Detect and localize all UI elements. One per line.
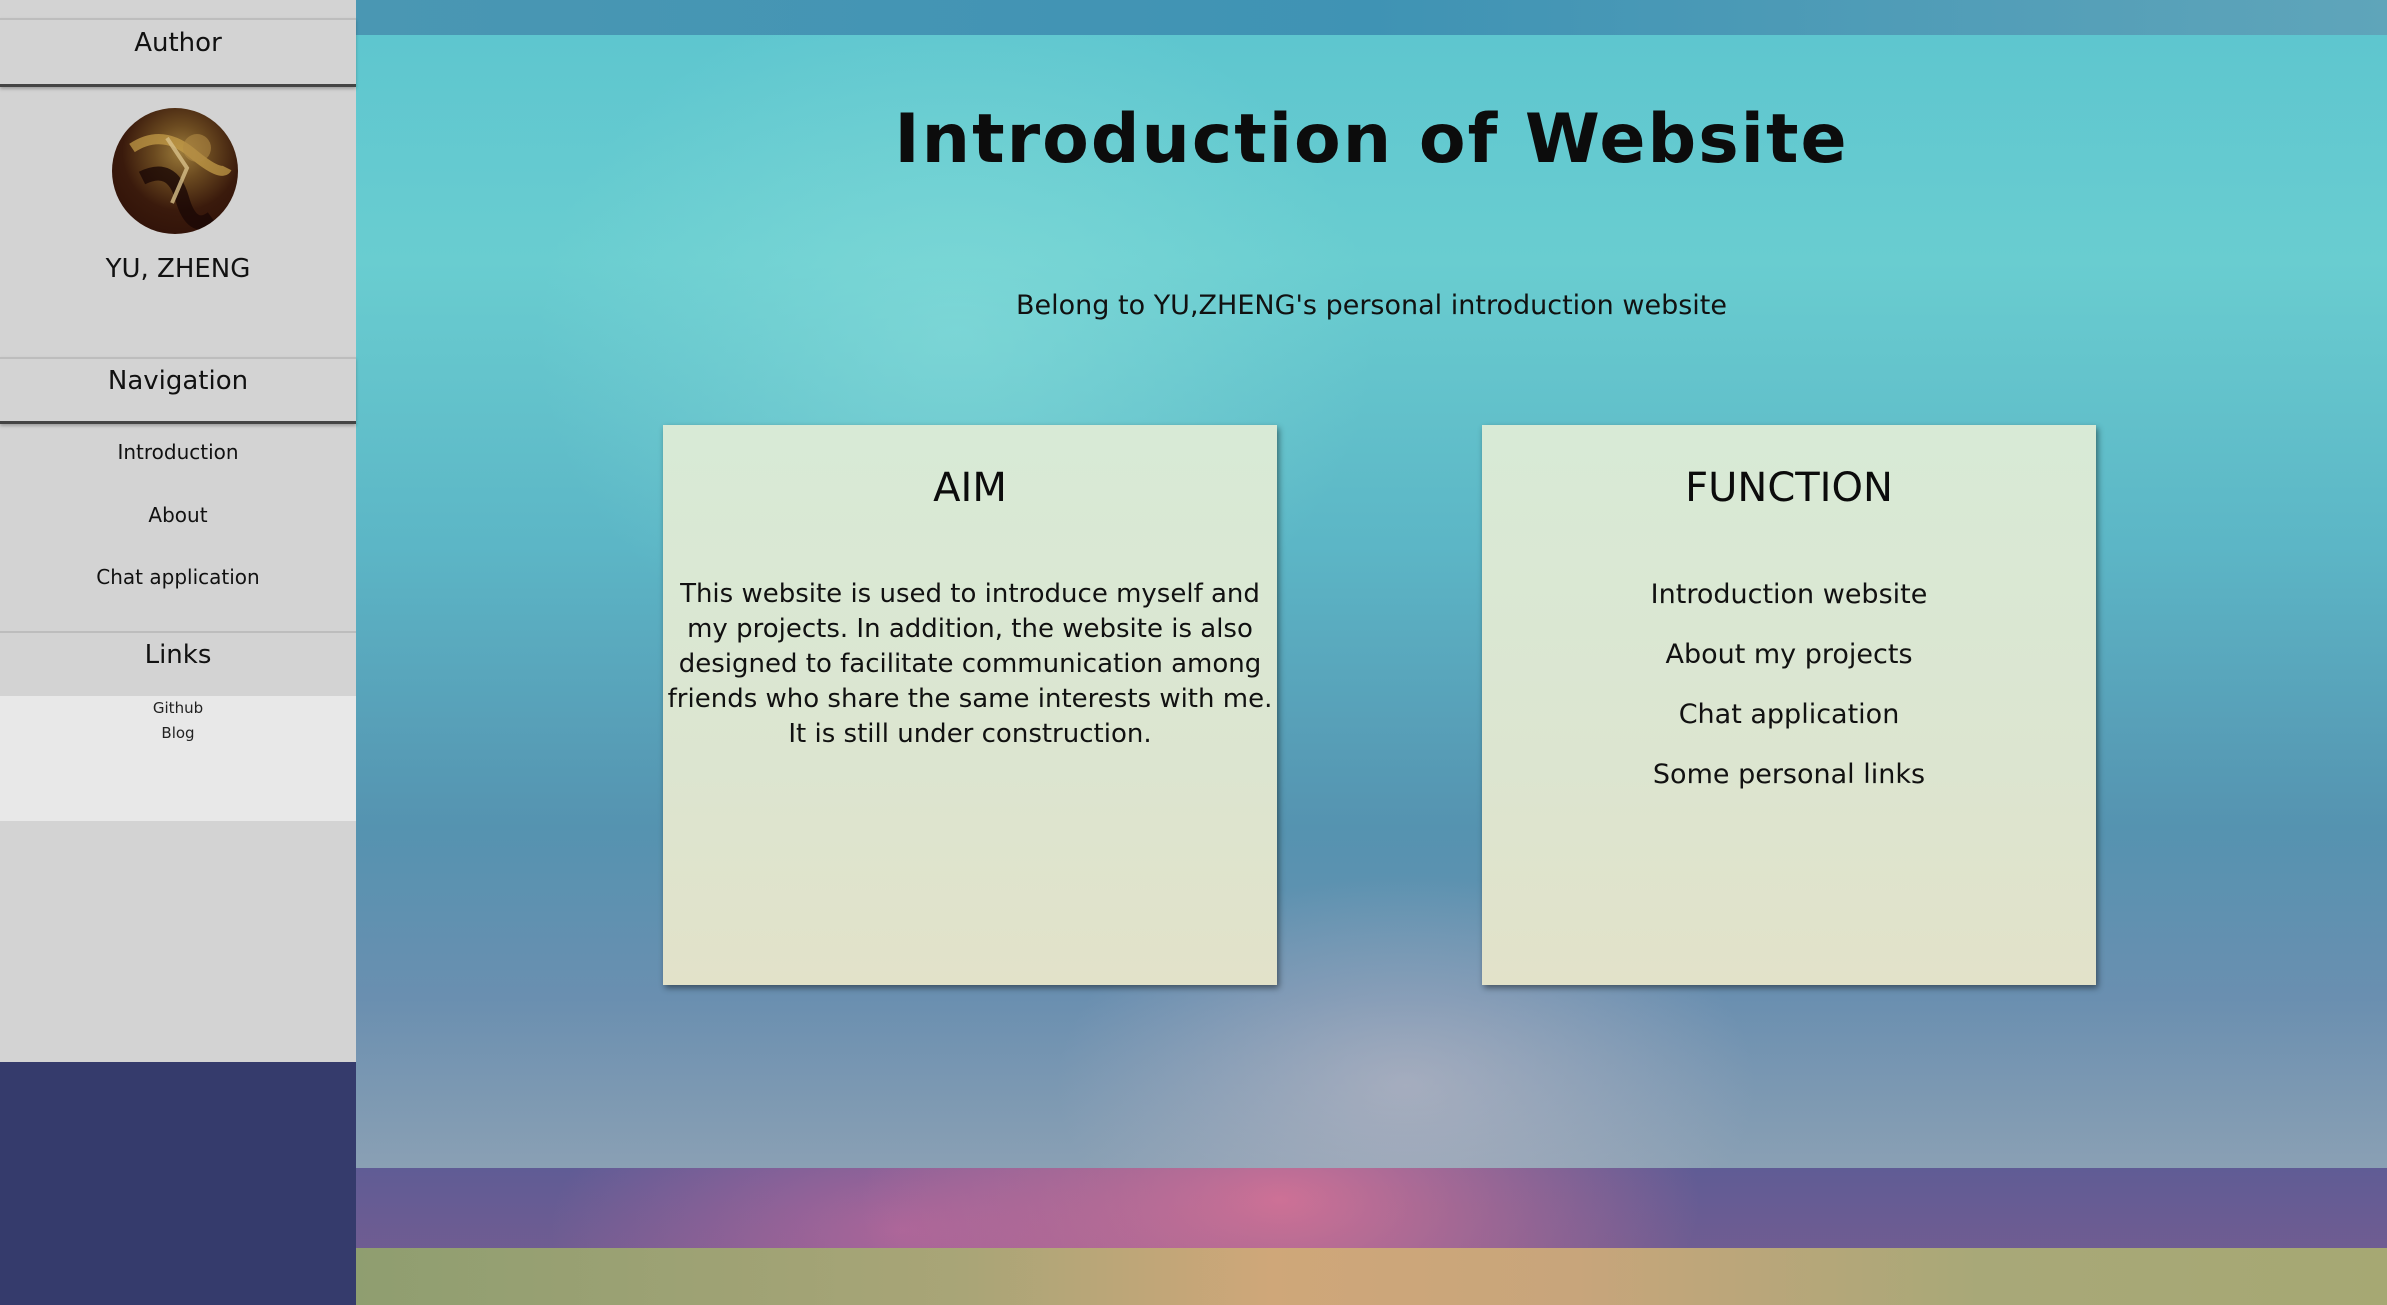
function-item-personal-links: Some personal links xyxy=(1652,759,1926,790)
top-background-strip xyxy=(356,0,2387,35)
navigation-header: Navigation xyxy=(0,357,356,424)
link-blog[interactable]: Blog xyxy=(0,724,356,742)
sidebar: Author YU, ZHENG Navigation Introduction… xyxy=(0,0,356,1062)
aim-card-title: AIM xyxy=(933,465,1007,511)
sidebar-bottom-background xyxy=(0,1062,356,1305)
page-title: Introduction of Website xyxy=(894,100,1849,179)
links-header: Links xyxy=(0,631,356,697)
function-item-about-projects: About my projects xyxy=(1665,639,1913,670)
function-card-title: FUNCTION xyxy=(1685,465,1893,511)
function-item-chat-application: Chat application xyxy=(1678,699,1900,730)
function-item-introduction-website: Introduction website xyxy=(1650,579,1928,610)
links-box: Github Blog xyxy=(0,696,356,821)
bottom-background-band xyxy=(356,1248,2387,1305)
author-header: Author xyxy=(0,18,356,87)
page-subtitle: Belong to YU,ZHENG's personal introducti… xyxy=(1016,290,1727,321)
link-github[interactable]: Github xyxy=(0,699,356,717)
avatar xyxy=(112,108,238,234)
function-card: FUNCTION Introduction website About my p… xyxy=(1482,425,2096,985)
aim-card: AIM This website is used to introduce my… xyxy=(663,425,1277,985)
nav-item-introduction[interactable]: Introduction xyxy=(0,440,356,464)
nav-item-chat-application[interactable]: Chat application xyxy=(0,565,356,589)
avatar-image-icon xyxy=(129,134,232,230)
author-name: YU, ZHENG xyxy=(105,254,251,284)
nav-item-about[interactable]: About xyxy=(0,503,356,527)
aim-card-text: This website is used to introduce myself… xyxy=(667,579,1273,749)
